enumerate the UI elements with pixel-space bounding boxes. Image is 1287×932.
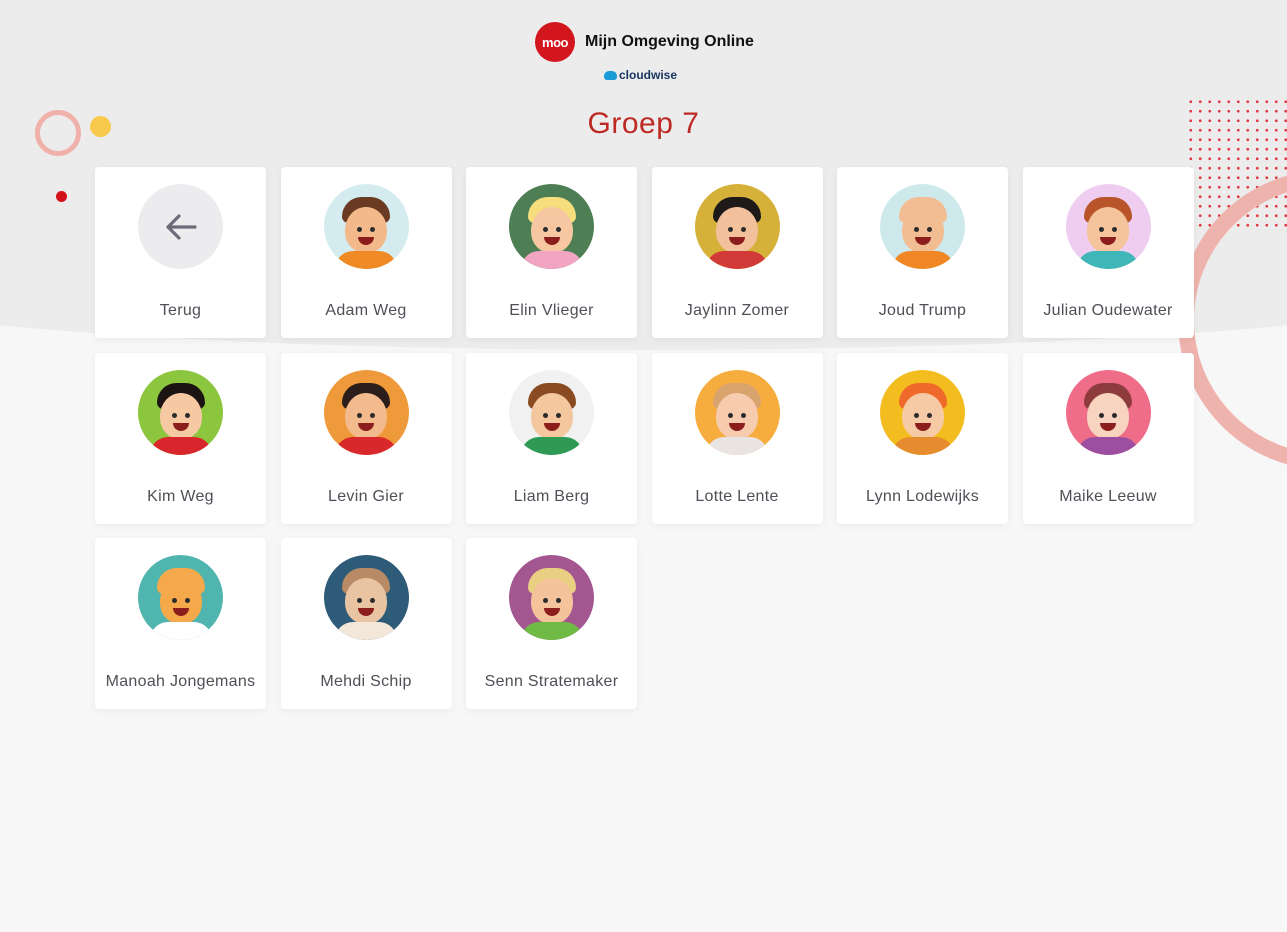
avatar-face	[712, 382, 762, 441]
avatar	[138, 369, 223, 455]
student-name: Julian Oudewater	[1043, 302, 1173, 319]
arrow-left-icon	[165, 213, 197, 240]
student-name: Liam Berg	[513, 487, 590, 505]
page-title: Groep 7	[587, 107, 700, 140]
student-tile[interactable]: Senn Stratemaker	[466, 538, 637, 709]
student-tile[interactable]: Lynn Lodewijks	[837, 352, 1008, 524]
brand[interactable]: moo Mijn Omgeving Online	[535, 22, 754, 62]
avatar-face	[527, 382, 577, 441]
avatar-face	[527, 197, 577, 255]
decorative-red-dot	[56, 191, 67, 202]
avatar	[323, 555, 409, 640]
cloud-icon	[604, 70, 617, 80]
student-name: Mehdi Schip	[320, 673, 412, 690]
avatar-face	[156, 382, 206, 441]
student-tile[interactable]: Elin Vlieger	[466, 167, 637, 338]
student-tile[interactable]: Kim Weg	[95, 352, 266, 524]
avatar-face	[898, 197, 948, 255]
student-tile[interactable]: Julian Oudewater	[1022, 167, 1194, 338]
student-tile[interactable]: Liam Berg	[466, 352, 637, 524]
student-name: Jaylinn Zomer	[684, 302, 790, 319]
avatar	[323, 184, 409, 269]
app-name: Mijn Omgeving Online	[585, 33, 754, 50]
header: moo Mijn Omgeving Online cloudwise	[0, 20, 1287, 90]
avatar	[138, 555, 223, 640]
avatar-face	[341, 382, 391, 441]
back-tile[interactable]: Terug	[95, 167, 266, 338]
avatar-face	[156, 568, 206, 626]
student-name: Senn Stratemaker	[484, 673, 619, 690]
avatar	[1065, 184, 1151, 269]
student-name: Maike Leeuw	[1059, 487, 1157, 505]
student-tile[interactable]: Levin Gier	[280, 352, 452, 524]
student-tile[interactable]: Manoah Jongemans	[95, 538, 266, 709]
student-tile[interactable]: Joud Trump	[837, 167, 1008, 338]
avatar-face	[1083, 382, 1133, 441]
student-name: Adam Weg	[325, 302, 407, 319]
avatar	[509, 184, 594, 269]
student-tile[interactable]: Mehdi Schip	[280, 538, 452, 709]
avatar	[694, 184, 780, 269]
student-name: Kim Weg	[147, 487, 214, 505]
avatar-face	[527, 568, 577, 626]
avatar-face	[341, 197, 391, 255]
page: moo Mijn Omgeving Online cloudwise Groep…	[0, 0, 1287, 932]
partner-name: cloudwise	[619, 68, 678, 82]
avatar	[880, 184, 965, 269]
avatar-face	[1083, 197, 1133, 255]
back-button[interactable]	[138, 184, 223, 269]
avatar	[509, 555, 594, 640]
avatar-face	[712, 197, 762, 255]
avatar	[323, 369, 409, 455]
avatar	[1065, 369, 1151, 455]
student-tile[interactable]: Adam Weg	[280, 167, 452, 338]
student-name: Manoah Jongemans	[105, 673, 256, 690]
avatar	[880, 369, 965, 455]
student-tile[interactable]: Maike Leeuw	[1022, 352, 1194, 524]
student-tile[interactable]: Lotte Lente	[651, 352, 823, 524]
back-label: Terug	[159, 302, 202, 319]
student-name: Elin Vlieger	[509, 302, 594, 319]
moo-logo: moo	[535, 22, 575, 62]
student-name: Joud Trump	[878, 302, 967, 319]
student-name: Levin Gier	[328, 487, 404, 505]
student-name: Lotte Lente	[695, 487, 779, 505]
avatar-face	[341, 568, 391, 626]
avatar	[509, 369, 594, 455]
avatar-face	[898, 382, 948, 441]
partner-logo: cloudwise	[604, 68, 677, 82]
student-tile[interactable]: Jaylinn Zomer	[651, 167, 823, 338]
avatar	[694, 369, 780, 455]
student-name: Lynn Lodewijks	[865, 487, 979, 505]
